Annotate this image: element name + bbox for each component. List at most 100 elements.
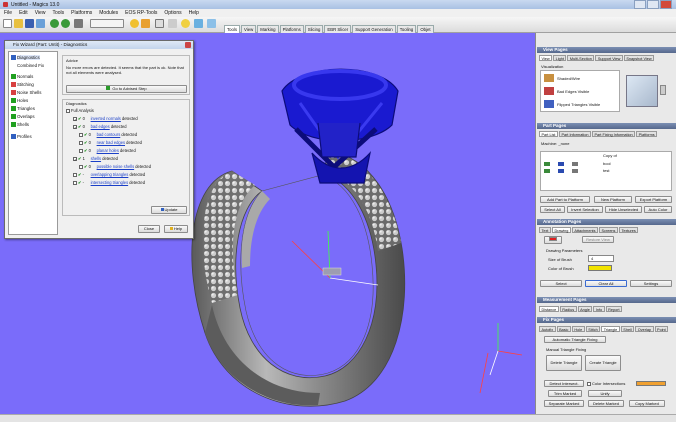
print-icon[interactable] xyxy=(74,19,83,28)
tab-platforms-page[interactable]: Platforms xyxy=(636,131,658,137)
go-to-advised-step-button[interactable]: Go to Advised Step xyxy=(66,85,187,93)
trim-marked-button[interactable]: Trim Marked xyxy=(548,390,582,397)
full-analysis-checkbox[interactable] xyxy=(66,108,70,113)
diagnostic-link[interactable]: inverted normals xyxy=(91,116,121,121)
menu-file[interactable]: File xyxy=(4,10,12,16)
step-normals[interactable]: Normals xyxy=(17,74,33,79)
measurement-pages-header[interactable]: Measurement Pages xyxy=(537,297,676,303)
tab-shell[interactable]: Shell xyxy=(620,326,635,332)
step-shells[interactable]: Shells xyxy=(17,122,29,127)
tab-part-information[interactable]: Part Information xyxy=(558,131,591,137)
auto-color-button[interactable]: Auto Color xyxy=(644,206,672,213)
tab-objet[interactable]: Objet xyxy=(417,25,434,33)
color-intersections-checkbox[interactable] xyxy=(587,381,591,386)
tab-part-fixing-information[interactable]: Part Fixing Information xyxy=(591,131,636,137)
option-shaded-wire[interactable]: Shaded/Wire xyxy=(557,76,580,81)
tab-ebr-slicer[interactable]: EBR Slicer xyxy=(324,25,352,33)
close-window-button[interactable] xyxy=(660,0,672,9)
step-holes[interactable]: Holes xyxy=(17,98,28,103)
tab-info[interactable]: Info xyxy=(593,306,605,312)
tab-basic[interactable]: Basic xyxy=(556,326,571,332)
maximize-button[interactable] xyxy=(647,0,659,9)
measure-icon[interactable] xyxy=(155,19,164,28)
restore-view-button[interactable]: Restore View xyxy=(582,236,614,243)
tab-part-list[interactable]: Part List xyxy=(539,131,558,137)
menu-modules[interactable]: Modules xyxy=(99,10,118,16)
hide-unselected-button[interactable]: Hide Unselected xyxy=(605,206,642,213)
diagnostic-checkbox[interactable] xyxy=(79,132,83,137)
tab-snapshot-view[interactable]: Snapshot View xyxy=(623,55,655,61)
step-triangles[interactable]: Triangles xyxy=(17,106,35,111)
diagnostic-checkbox[interactable] xyxy=(73,180,77,185)
tab-overlap[interactable]: Overlap xyxy=(635,326,654,332)
tab-platforms[interactable]: Platforms xyxy=(279,25,304,33)
diagnostic-link[interactable]: intersecting triangles xyxy=(91,180,129,185)
view-cube-icon[interactable] xyxy=(626,75,658,107)
redo-icon[interactable] xyxy=(61,19,70,28)
tab-tools[interactable]: Tools xyxy=(224,25,241,33)
undo-icon[interactable] xyxy=(50,19,59,28)
tab-multi-section[interactable]: Multi-Section xyxy=(567,55,595,61)
invert-selection-button[interactable]: Invert Selection xyxy=(567,206,603,213)
step-overlaps[interactable]: Overlaps xyxy=(17,114,35,119)
detect-intersect-button[interactable]: Detect Intersect. xyxy=(544,380,584,387)
update-button[interactable]: Update xyxy=(151,206,187,214)
tab-angle[interactable]: Angle xyxy=(577,306,593,312)
import-icon[interactable] xyxy=(36,19,45,28)
tab-radius[interactable]: Radius xyxy=(559,306,577,312)
fit-view-icon[interactable] xyxy=(194,19,203,28)
color-of-brush-swatch[interactable] xyxy=(588,265,612,271)
tab-marking[interactable]: Marking xyxy=(257,25,279,33)
tab-view[interactable]: View xyxy=(241,25,257,33)
view-cube-icon[interactable] xyxy=(207,19,216,28)
full-analysis-row[interactable]: Full Analysis xyxy=(66,108,94,113)
tab-autofix[interactable]: Autofix xyxy=(539,326,556,332)
part-pages-header[interactable]: Part Pages xyxy=(537,123,676,129)
tab-light[interactable]: Light xyxy=(553,55,567,61)
create-triangle-button[interactable]: Create Triangle xyxy=(585,355,621,371)
option-flipped-triangles[interactable]: Flipped Triangles Visible xyxy=(557,102,600,107)
diagnostic-checkbox[interactable]: ✓ xyxy=(73,116,77,121)
menu-options[interactable]: Options xyxy=(164,10,181,16)
tab-hole[interactable]: Hole xyxy=(571,326,585,332)
settings-button[interactable]: Settings xyxy=(630,280,672,287)
tab-textures[interactable]: Textures xyxy=(618,227,639,233)
save-icon[interactable] xyxy=(25,19,34,28)
tab-drawing[interactable]: Drawing xyxy=(551,227,571,233)
fix-pages-header[interactable]: Fix Pages xyxy=(537,317,676,323)
diagnostic-checkbox[interactable] xyxy=(79,164,83,169)
tab-screens[interactable]: Screens xyxy=(599,227,618,233)
step-noise-shells[interactable]: Noise Shells xyxy=(17,90,41,95)
menu-tools[interactable]: Tools xyxy=(52,10,64,16)
diagnostic-checkbox[interactable]: ✓ xyxy=(73,124,77,129)
tab-view-page[interactable]: View xyxy=(539,55,553,61)
tab-support-generation[interactable]: Support Generation xyxy=(352,25,396,33)
dialog-close-icon[interactable] xyxy=(185,42,191,48)
tab-triangle[interactable]: Triangle xyxy=(601,326,620,332)
color-intersections-row[interactable]: Color Intersections xyxy=(587,381,625,386)
diagnostic-checkbox[interactable] xyxy=(79,148,83,153)
diagnostic-link[interactable]: overlapping triangles xyxy=(91,172,129,177)
select-all-button[interactable]: Select All xyxy=(540,206,565,213)
annotation-pages-header[interactable]: Annotation Pages xyxy=(537,219,676,225)
diagnostic-link[interactable]: bad contours xyxy=(97,132,121,137)
tab-tooling[interactable]: Tooling xyxy=(396,25,417,33)
diagnostic-checkbox[interactable] xyxy=(73,172,77,177)
diagnostic-link[interactable]: near bad edges xyxy=(97,140,125,145)
copy-marked-button[interactable]: Copy Marked xyxy=(629,400,665,407)
part-row-test[interactable]: test xyxy=(603,168,609,173)
delete-triangle-button[interactable]: Delete Triangle xyxy=(546,355,582,371)
close-button[interactable]: Close xyxy=(138,225,160,233)
new-platform-button[interactable]: New Platform xyxy=(594,196,632,203)
layer-dropdown-icon[interactable] xyxy=(90,19,124,28)
size-of-brush-input[interactable]: 4 xyxy=(588,255,614,262)
part-row-bool[interactable]: bool xyxy=(603,161,611,166)
unify-button[interactable]: Unify xyxy=(588,390,622,397)
clear-all-button[interactable]: Clear All xyxy=(585,280,627,287)
rotate-icon[interactable] xyxy=(141,19,150,28)
intersection-color-swatch[interactable] xyxy=(636,381,666,386)
step-diagnostics[interactable]: Diagnostics xyxy=(17,55,40,60)
add-part-to-platform-button[interactable]: Add Part to Platform xyxy=(540,196,590,203)
export-platform-button[interactable]: Export Platform xyxy=(635,196,672,203)
help-button[interactable]: Help xyxy=(164,225,188,233)
